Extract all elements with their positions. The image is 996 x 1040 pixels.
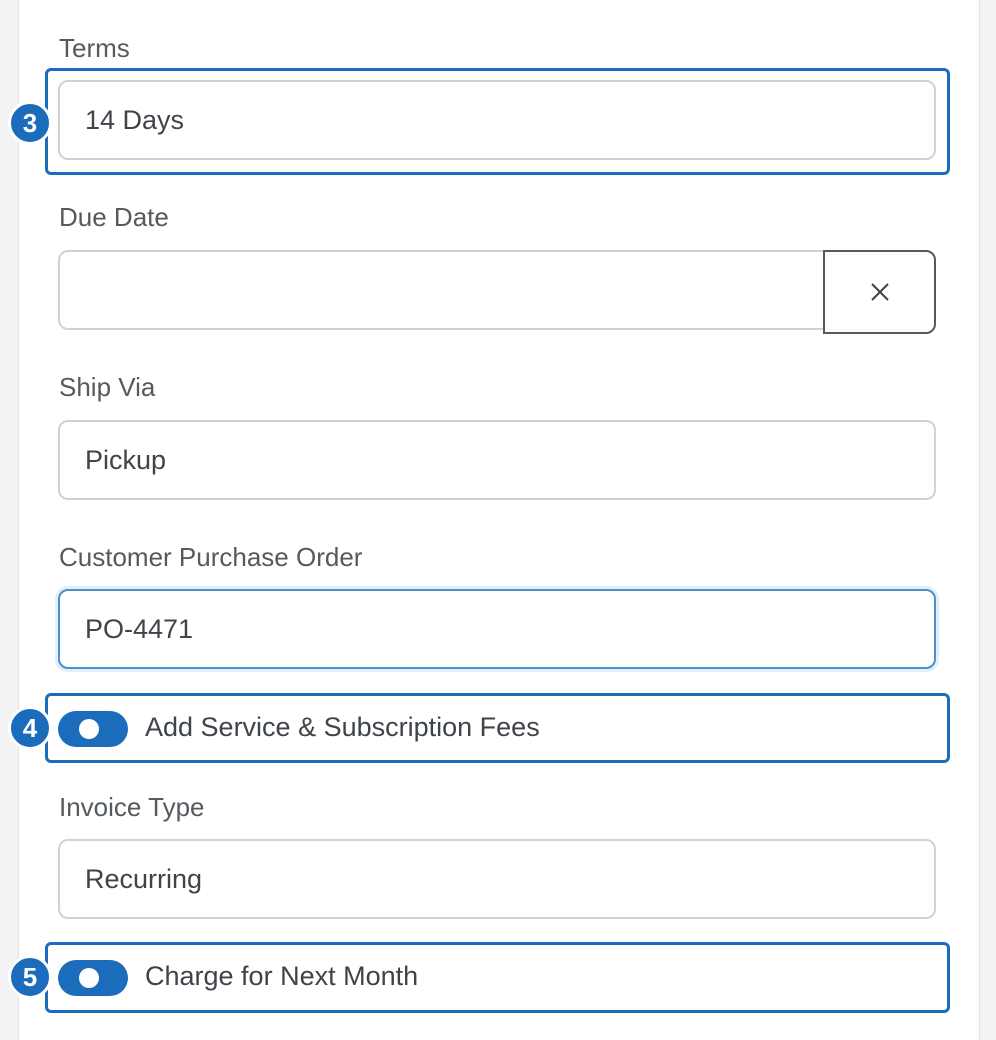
ship-via-value: Pickup [85,445,167,475]
terms-field[interactable]: 14 Days [58,80,936,160]
invoice-type-label: Invoice Type [59,792,205,822]
customer-po-label: Customer Purchase Order [59,542,363,572]
toggle-knob [79,968,99,988]
toggle-knob [79,719,99,739]
terms-label: Terms [59,33,130,63]
customer-po-field[interactable]: PO-4471 [58,589,936,669]
step-marker-4: 4 [8,706,52,750]
ship-via-label: Ship Via [59,372,156,402]
step-marker-5: 5 [8,955,52,999]
next-month-toggle[interactable] [58,960,128,996]
service-fees-label: Add Service & Subscription Fees [145,712,540,742]
ship-via-field[interactable]: Pickup [58,420,936,500]
service-fees-toggle[interactable] [58,711,128,747]
customer-po-value: PO-4471 [85,614,194,644]
invoice-type-value: Recurring [85,864,203,894]
invoice-type-field[interactable]: Recurring [58,839,936,919]
due-date-field[interactable] [58,250,936,334]
step-marker-3: 3 [8,101,52,145]
due-date-label: Due Date [59,202,169,232]
terms-value: 14 Days [85,105,185,135]
close-icon [870,283,889,301]
clear-due-date-button[interactable] [823,250,936,334]
next-month-label: Charge for Next Month [145,961,419,991]
